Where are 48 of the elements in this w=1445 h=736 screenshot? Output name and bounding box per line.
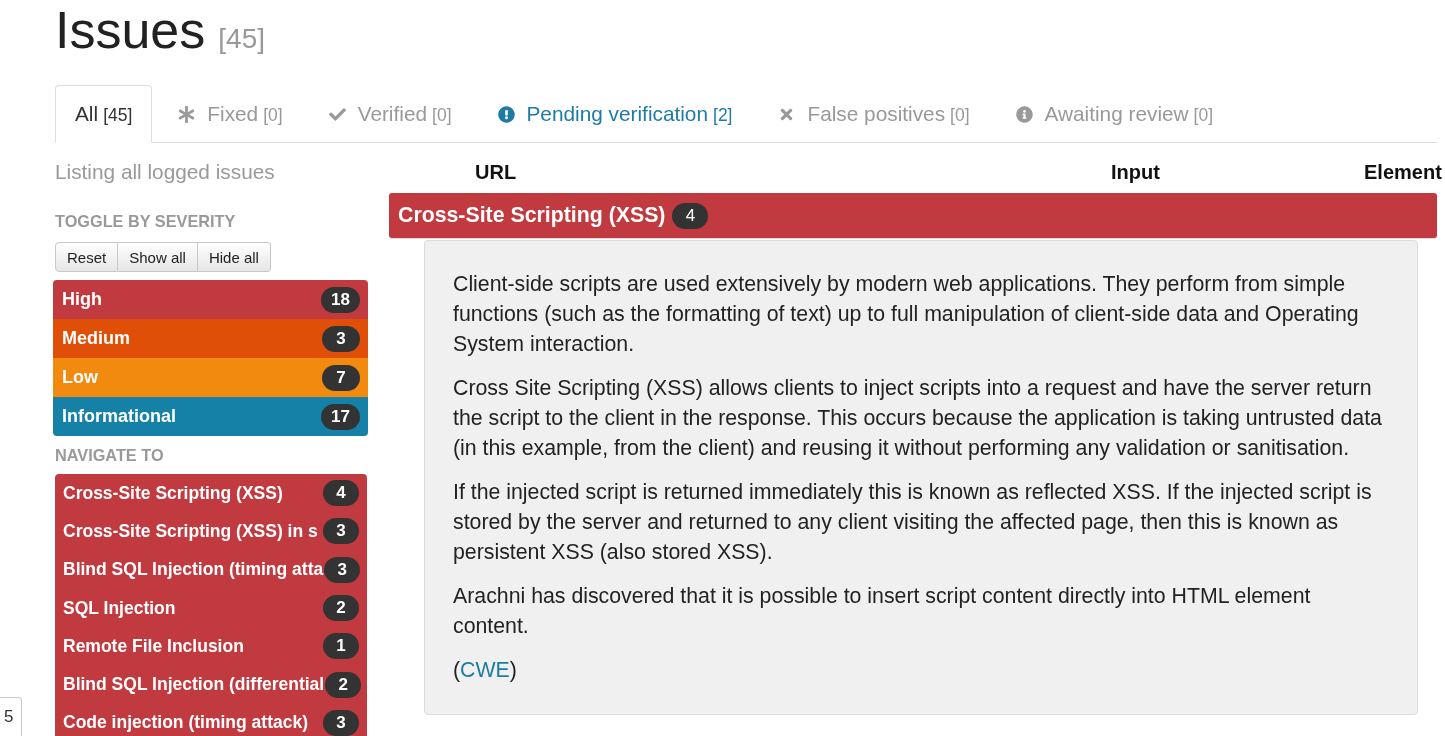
count-badge: 4	[323, 480, 359, 507]
severity-toggle[interactable]: Informational 17	[53, 397, 368, 436]
nav-link[interactable]: Blind SQL Injection (timing atta 3	[55, 550, 367, 589]
column-header: Element	[1364, 160, 1442, 184]
description-text: Client-side scripts are used extensively by modern web applications. They perform from simple functions (such as the formatting of text) up to full manipulation of client-side data and Operating System interaction.	[453, 271, 1360, 358]
nav-link[interactable]: Cross-Site Scripting (XSS) in s 3	[55, 512, 367, 551]
count-badge: 3	[322, 325, 360, 352]
description-text: Cross Site Scripting (XSS) allows clients to inject scripts into a request and have the server return the script to the client in the response. This occurs because the application is taking untrusted data (in this example, from the client) and reusing it without performing any validation or sanitisation.	[453, 375, 1383, 462]
column-header: Input	[1111, 160, 1160, 184]
nav-link[interactable]: SQL Injection 2	[55, 588, 367, 628]
count-badge: 2	[325, 671, 362, 698]
info-icon	[1015, 105, 1033, 123]
check-icon	[328, 105, 346, 123]
toggle-button[interactable]: Show all	[118, 242, 198, 272]
listing-caption: Listing all logged issues	[55, 160, 275, 184]
count-badge: 18	[321, 286, 360, 313]
count-badge: 1	[323, 633, 359, 660]
count-badge: 4	[672, 202, 709, 229]
toggle-button[interactable]: Hide all	[197, 242, 271, 272]
count-badge: 3	[323, 518, 359, 545]
floating-tab[interactable]: 5	[0, 697, 22, 736]
description-text: Arachni has discovered that it is possible to insert script content directly into HTML element content.	[453, 583, 1312, 640]
nav-link[interactable]: Remote File Inclusion 1	[55, 627, 367, 666]
severity-toggle[interactable]: Low 7	[53, 358, 368, 397]
column-header: URL	[474, 160, 517, 184]
severity-toggle[interactable]: Medium 3	[53, 319, 368, 358]
count-badge: 7	[322, 364, 360, 391]
nav-link[interactable]: Cross-Site Scripting (XSS) 4	[55, 474, 367, 513]
section-heading: TOGGLE BY SEVERITY	[55, 211, 236, 231]
toggle-button[interactable]: Reset	[55, 242, 119, 272]
nav-link[interactable]: Blind SQL Injection (differential 2	[55, 665, 367, 704]
issue-group-bar[interactable]: Cross-Site Scripting (XSS) 4	[389, 193, 1437, 238]
count-badge: 3	[323, 709, 359, 736]
severity-toggle[interactable]: High 18	[53, 280, 368, 319]
cwe-link[interactable]: CWE	[460, 658, 510, 682]
nav-link[interactable]: Code injection (timing attack) 3	[55, 703, 367, 736]
description-text: If the injected script is returned immediately this is known as reflected XSS. If the injected script is stored by the server and returned to any client visiting the affected page, then this is known as persistent XSS (also stored XSS).	[453, 479, 1373, 566]
issue-group-title: Cross-Site Scripting (XSS)	[398, 203, 666, 228]
asterisk-icon	[178, 105, 196, 123]
tab[interactable]: All [45]	[55, 85, 153, 143]
section-heading: NAVIGATE TO	[55, 445, 164, 465]
count-badge: 2	[323, 595, 359, 622]
reference-text: (CWE)	[453, 657, 518, 684]
tab[interactable]: Pending verification [2]	[477, 85, 753, 143]
page-title: Issues	[55, 0, 206, 60]
issue-count: [45]	[218, 23, 265, 55]
count-badge: 3	[324, 556, 361, 583]
count-badge: 17	[321, 403, 360, 430]
